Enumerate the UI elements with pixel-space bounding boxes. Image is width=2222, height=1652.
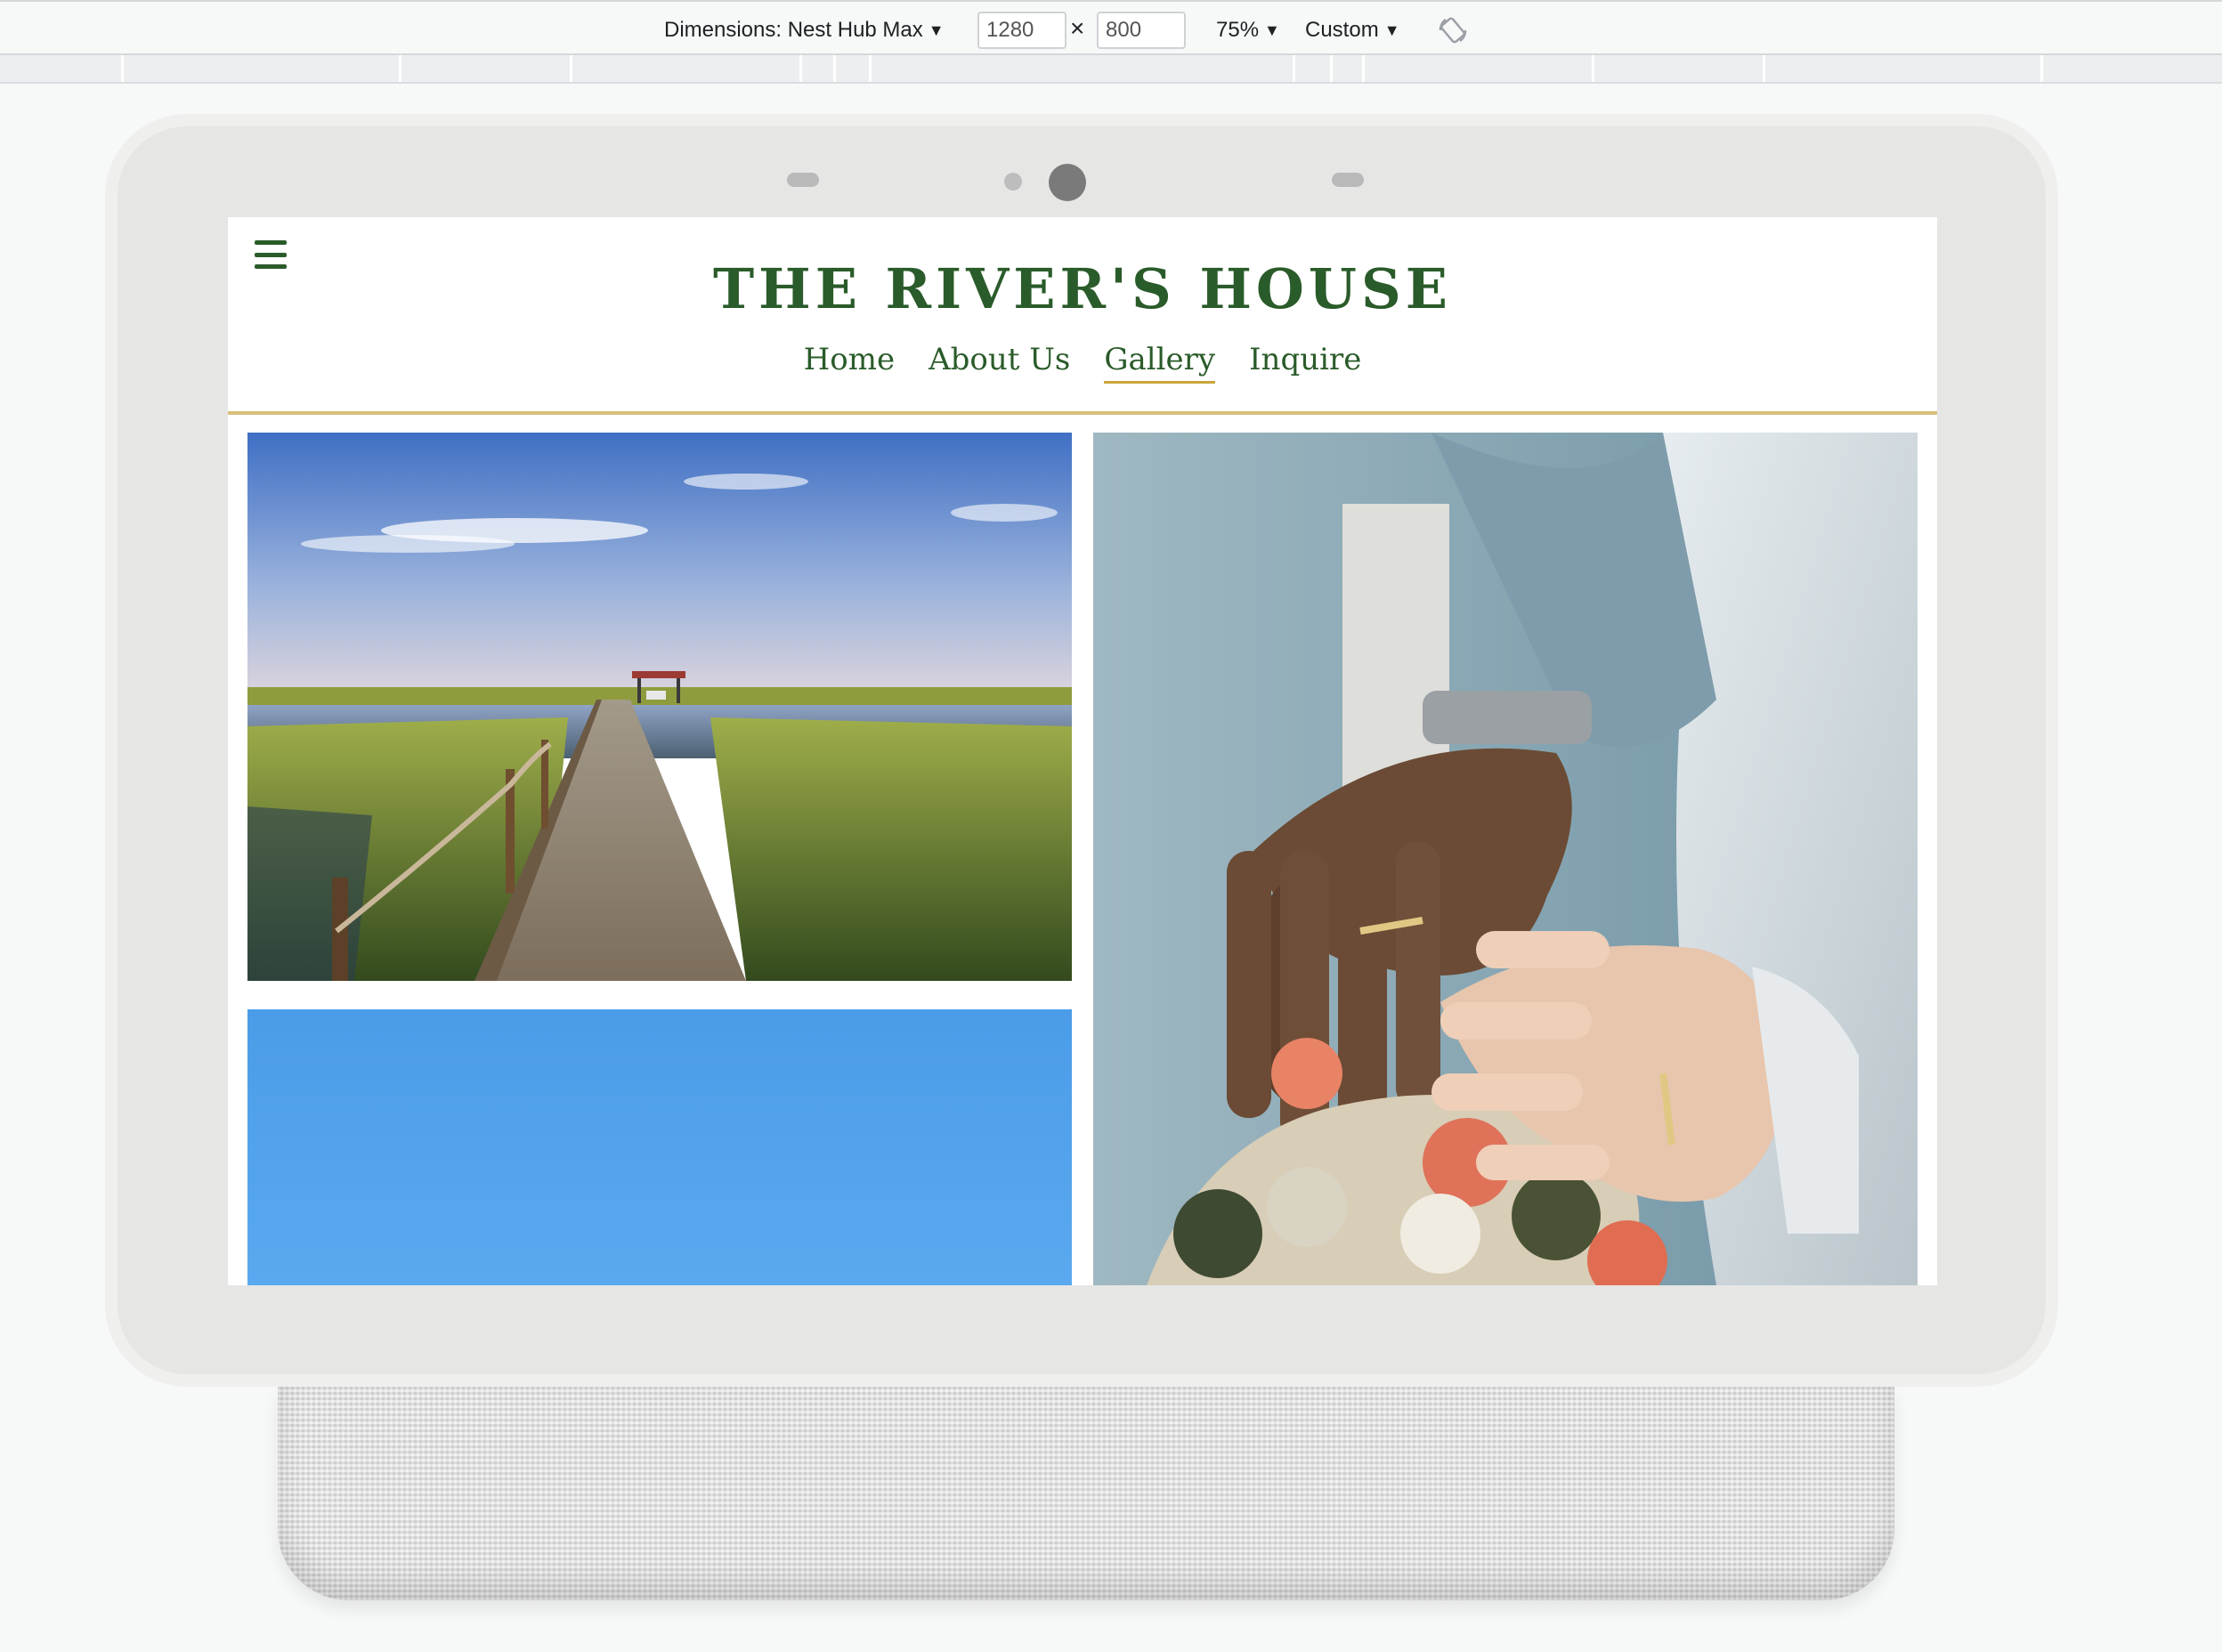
chevron-down-icon: ▼ <box>928 20 945 39</box>
media-query-ruler <box>0 55 2222 84</box>
rotate-icon[interactable] <box>1437 14 1469 46</box>
zoom-dropdown[interactable]: 75% ▼ <box>1216 13 1280 47</box>
times-separator: × <box>1070 14 1085 42</box>
nav-gallery[interactable]: Gallery <box>1104 342 1216 384</box>
site-nav: Home About Us Gallery Inquire <box>228 342 1937 384</box>
throttle-label: Custom <box>1305 18 1379 42</box>
site-title: THE RIVER'S HOUSE <box>713 256 1452 321</box>
header-divider <box>228 411 1937 415</box>
sensor-pill <box>787 173 819 187</box>
wedding-hands-bouquet-photo[interactable] <box>1093 433 1918 1285</box>
viewport-width-input[interactable] <box>977 12 1066 49</box>
chevron-down-icon: ▼ <box>1264 20 1280 39</box>
device-stand <box>278 1387 1894 1600</box>
devtools-toolbar: Dimensions: Nest Hub Max ▼ × 75% ▼ Custo… <box>0 0 2222 55</box>
throttle-dropdown[interactable]: Custom ▼ <box>1305 13 1400 47</box>
blue-sky-photo[interactable] <box>247 1009 1072 1285</box>
device-screen: THE RIVER'S HOUSE Home About Us Gallery … <box>228 217 1937 1285</box>
nav-inquire[interactable]: Inquire <box>1249 342 1361 384</box>
sensor-dot <box>1004 173 1022 190</box>
device-dimensions-dropdown[interactable]: Dimensions: Nest Hub Max ▼ <box>664 13 945 47</box>
device-dimensions-label: Dimensions: Nest Hub Max <box>664 18 923 42</box>
marsh-boardwalk-photo[interactable] <box>247 433 1072 981</box>
nav-about-us[interactable]: About Us <box>929 342 1070 384</box>
nav-home[interactable]: Home <box>804 342 895 384</box>
camera-lens <box>1049 164 1086 201</box>
chevron-down-icon: ▼ <box>1383 20 1400 39</box>
zoom-label: 75% <box>1216 18 1260 42</box>
sensor-pill <box>1332 173 1364 187</box>
viewport-height-input[interactable] <box>1097 12 1186 49</box>
